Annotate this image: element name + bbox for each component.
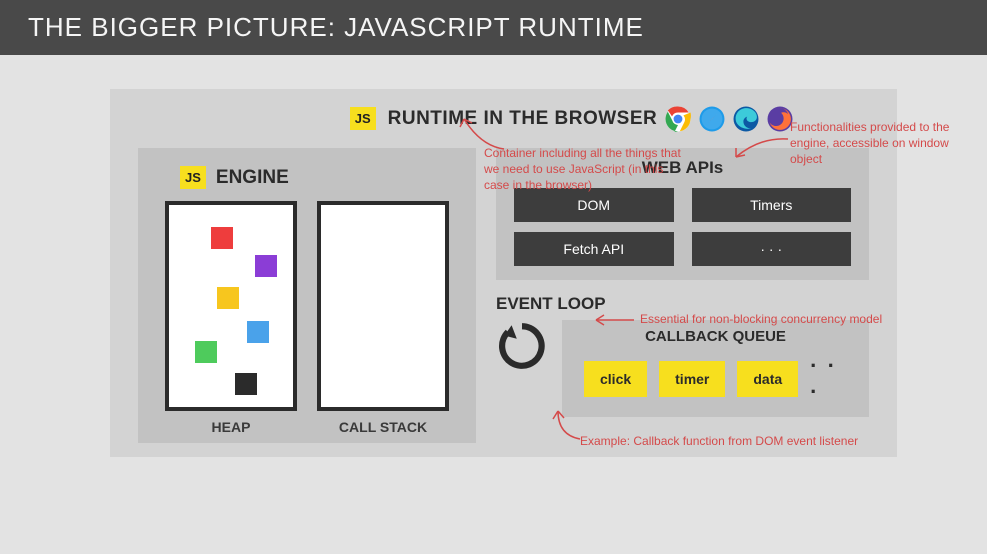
runtime-title: RUNTIME IN THE BROWSER [388, 108, 658, 130]
api-item: · · · [692, 232, 852, 266]
js-badge-icon: JS [350, 107, 376, 130]
annotation-arrow-icon [550, 405, 590, 446]
annotation-container: Container including all the things that … [484, 145, 684, 194]
heap-block [255, 255, 277, 277]
callback-more: · · · [810, 353, 847, 405]
heap-block [211, 227, 233, 249]
runtime-container: JS RUNTIME IN THE BROWSER JS ENGINE [110, 89, 897, 457]
annotation-arrow-icon [730, 135, 790, 170]
slide-canvas: JS RUNTIME IN THE BROWSER JS ENGINE [0, 55, 987, 467]
api-item: Fetch API [514, 232, 674, 266]
engine-box: JS ENGINE HEAP CALL STACK [138, 148, 476, 443]
heap-block [235, 373, 257, 395]
eventloop-title: EVENT LOOP [496, 294, 606, 314]
engine-boxrow [156, 201, 458, 411]
annotation-arrow-icon [456, 111, 506, 156]
slide-header: THE BIGGER PICTURE: JAVASCRIPT RUNTIME [0, 0, 987, 55]
annotation-eventloop: Essential for non-blocking concurrency m… [640, 311, 900, 327]
annotation-arrow-icon [590, 313, 636, 332]
callback-lower-row: CALLBACK QUEUE click timer data · · · [496, 320, 869, 417]
slide-title: THE BIGGER PICTURE: JAVASCRIPT RUNTIME [28, 12, 644, 42]
engine-title: ENGINE [216, 167, 289, 189]
heap-box [165, 201, 297, 411]
callback-item: click [584, 361, 647, 397]
webapis-grid: DOM Timers Fetch API · · · [514, 188, 851, 266]
heap-block [195, 341, 217, 363]
annotation-callback: Example: Callback function from DOM even… [580, 433, 910, 449]
annotation-webapis: Functionalities provided to the engine, … [790, 119, 960, 168]
engine-header: JS ENGINE [180, 166, 458, 189]
loop-arrow-icon [496, 320, 548, 372]
callback-item: timer [659, 361, 725, 397]
js-badge-icon: JS [180, 166, 206, 189]
heap-block [217, 287, 239, 309]
callback-queue-box: CALLBACK QUEUE click timer data · · · [562, 320, 869, 417]
callstack-box [317, 201, 449, 411]
edge-icon [733, 106, 759, 132]
engine-labels: HEAP CALL STACK [156, 419, 458, 435]
chrome-icon [665, 106, 691, 132]
api-item: Timers [692, 188, 852, 222]
callback-item: data [737, 361, 798, 397]
browser-icons-row [665, 106, 793, 132]
safari-icon [699, 106, 725, 132]
callstack-label: CALL STACK [317, 419, 449, 435]
heap-block [247, 321, 269, 343]
heap-label: HEAP [165, 419, 297, 435]
callback-items-row: click timer data · · · [584, 353, 847, 405]
